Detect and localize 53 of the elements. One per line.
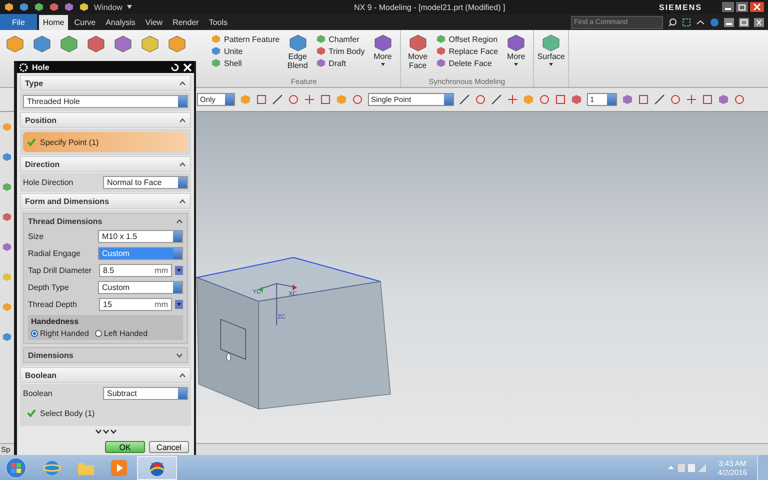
ribbon-tab[interactable]: Home — [38, 15, 68, 30]
ribbon-tab[interactable]: Render — [168, 15, 203, 30]
ok-button[interactable]: OK — [105, 441, 145, 453]
field-label: Tap Drill Diameter — [28, 266, 93, 275]
window-menu[interactable]: Window — [94, 2, 122, 12]
ribbon-button[interactable]: Offset Region — [436, 34, 498, 44]
ribbon-button[interactable]: Pattern Feature — [211, 34, 280, 44]
input-field[interactable]: 8.5 mm — [99, 264, 172, 277]
group-title: Handedness — [31, 317, 80, 326]
ribbon-tab[interactable]: Analysis — [102, 15, 140, 30]
section-header[interactable]: Dimensions — [24, 348, 187, 362]
dropdown[interactable]: M10 x 1.5 — [98, 230, 183, 243]
selection-step[interactable]: Specify Point (1) — [23, 132, 188, 152]
window-title: NX 9 - Modeling - [model21.prt (Modified) ] — [354, 2, 506, 12]
section-header[interactable]: Thread Dimensions — [24, 214, 187, 228]
section-header[interactable]: Boolean — [20, 367, 191, 383]
radio-option[interactable]: Left Handed — [94, 329, 148, 338]
section-header[interactable]: Type — [20, 75, 191, 91]
ribbon-button[interactable]: More — [368, 32, 397, 77]
ribbon-button[interactable]: Draft — [316, 58, 365, 68]
ribbon-button[interactable]: Edge Blend — [284, 32, 312, 77]
section-header[interactable]: Direction — [20, 156, 191, 172]
section-header[interactable]: Form and Dimensions — [20, 193, 191, 209]
ribbon-tab[interactable]: Curve — [70, 15, 100, 30]
dropdown[interactable]: Custom — [98, 281, 183, 294]
field-label: Thread Depth — [28, 300, 78, 309]
file-menu[interactable]: File — [0, 14, 37, 30]
ribbon-button[interactable]: Chamfer — [316, 34, 365, 44]
dropdown[interactable]: Threaded Hole — [23, 95, 188, 108]
section-header[interactable]: Position — [20, 112, 191, 128]
field-label: Boolean — [23, 389, 54, 398]
dropdown[interactable]: Subtract — [103, 387, 188, 400]
ribbon-button[interactable]: Surface — [537, 32, 566, 87]
brand-logo: SIEMENS — [658, 2, 702, 12]
ribbon-tab[interactable]: View — [141, 15, 167, 30]
input-field[interactable]: 15 mm — [99, 298, 172, 311]
ribbon-tab[interactable]: Tools — [204, 15, 232, 30]
selection-step[interactable]: Select Body (1) — [23, 403, 188, 423]
cancel-button[interactable]: Cancel — [149, 441, 189, 453]
field-label: Size — [28, 232, 45, 241]
dropdown[interactable]: Normal to Face — [103, 176, 188, 189]
field-label: Radial Engage — [28, 249, 82, 258]
ribbon-button[interactable]: Shell — [211, 58, 280, 68]
ribbon-button[interactable]: Replace Face — [436, 46, 498, 56]
ribbon-button[interactable]: Unite — [211, 46, 280, 56]
ribbon-button[interactable]: Delete Face — [436, 58, 498, 68]
radio-option[interactable]: Right Handed — [31, 329, 89, 338]
field-label: Depth Type — [28, 283, 70, 292]
dialog-title: Hole — [32, 62, 50, 72]
ribbon-button[interactable]: Move Face — [404, 32, 432, 77]
ribbon-button[interactable]: More — [502, 32, 530, 77]
field-label: Hole Direction — [23, 178, 74, 187]
ribbon-button[interactable]: Trim Body — [316, 46, 365, 56]
